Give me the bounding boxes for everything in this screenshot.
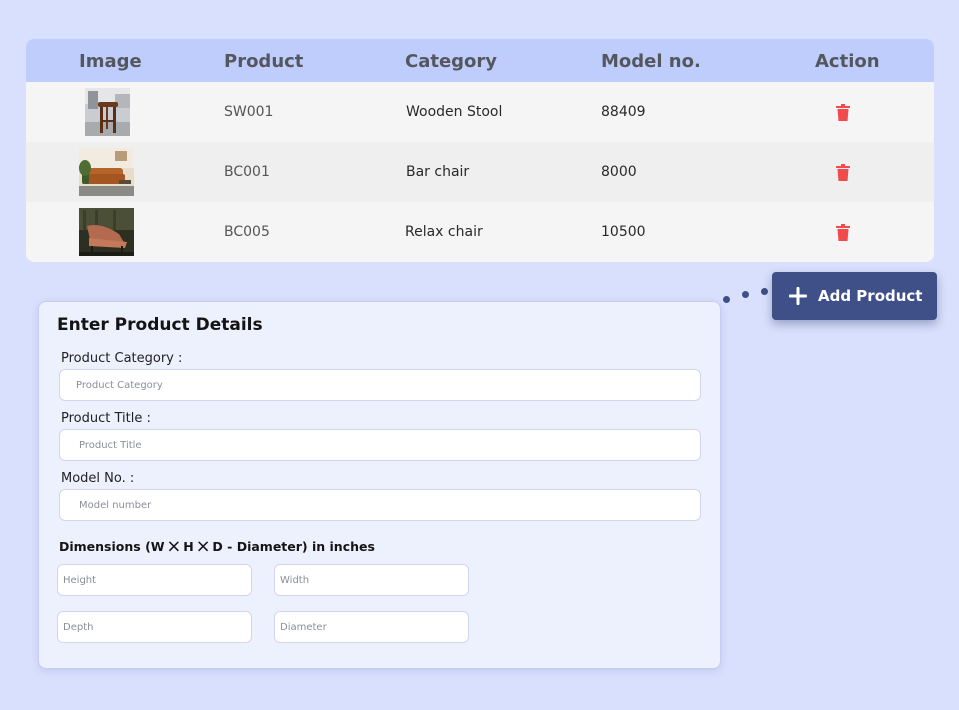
product-code: BC001 (224, 164, 270, 180)
form-title: Enter Product Details (57, 315, 263, 335)
product-title-input[interactable] (59, 429, 701, 461)
header-image: Image (79, 51, 142, 72)
product-code: SW001 (224, 104, 274, 120)
product-title-label: Product Title : (61, 411, 151, 426)
table-header: Image Product Category Model no. Action (26, 39, 934, 82)
product-model: 10500 (601, 224, 646, 240)
product-model: 88409 (601, 104, 646, 120)
table-row: BC005 Relax chair 10500 (26, 202, 934, 262)
connector-dot (723, 296, 730, 303)
product-category: Relax chair (405, 224, 483, 240)
trash-icon[interactable] (836, 104, 850, 121)
dimensions-title: Dimensions (W ⨉ H ⨉ D - Diameter) in inc… (59, 539, 375, 554)
plus-icon (789, 287, 807, 305)
trash-icon[interactable] (836, 164, 850, 181)
product-category-input[interactable] (59, 369, 701, 401)
header-category: Category (405, 51, 498, 72)
header-model: Model no. (601, 51, 701, 72)
connector-dot (742, 291, 749, 298)
table-row: BC001 Bar chair 8000 (26, 142, 934, 202)
width-input[interactable] (274, 564, 469, 596)
model-number-input[interactable] (59, 489, 701, 521)
product-category-label: Product Category : (61, 351, 183, 366)
product-model: 8000 (601, 164, 637, 180)
product-category: Bar chair (406, 164, 470, 180)
header-action: Action (815, 51, 880, 72)
add-product-label: Add Product (818, 287, 923, 305)
diameter-input[interactable] (274, 611, 469, 643)
product-details-form: Enter Product Details Product Category :… (38, 301, 721, 669)
add-product-button[interactable]: Add Product (772, 272, 937, 320)
product-table: Image Product Category Model no. Action … (26, 39, 934, 262)
header-product: Product (224, 51, 304, 72)
table-row: SW001 Wooden Stool 88409 (26, 82, 934, 142)
bar-chair-photo (79, 148, 134, 196)
relax-chair-photo (79, 208, 134, 256)
product-category: Wooden Stool (406, 104, 503, 120)
depth-input[interactable] (57, 611, 252, 643)
height-input[interactable] (57, 564, 252, 596)
trash-icon[interactable] (836, 224, 850, 241)
model-no-label: Model No. : (61, 471, 135, 486)
product-code: BC005 (224, 224, 270, 240)
connector-dot (761, 288, 768, 295)
wooden-stool-photo (85, 88, 130, 136)
